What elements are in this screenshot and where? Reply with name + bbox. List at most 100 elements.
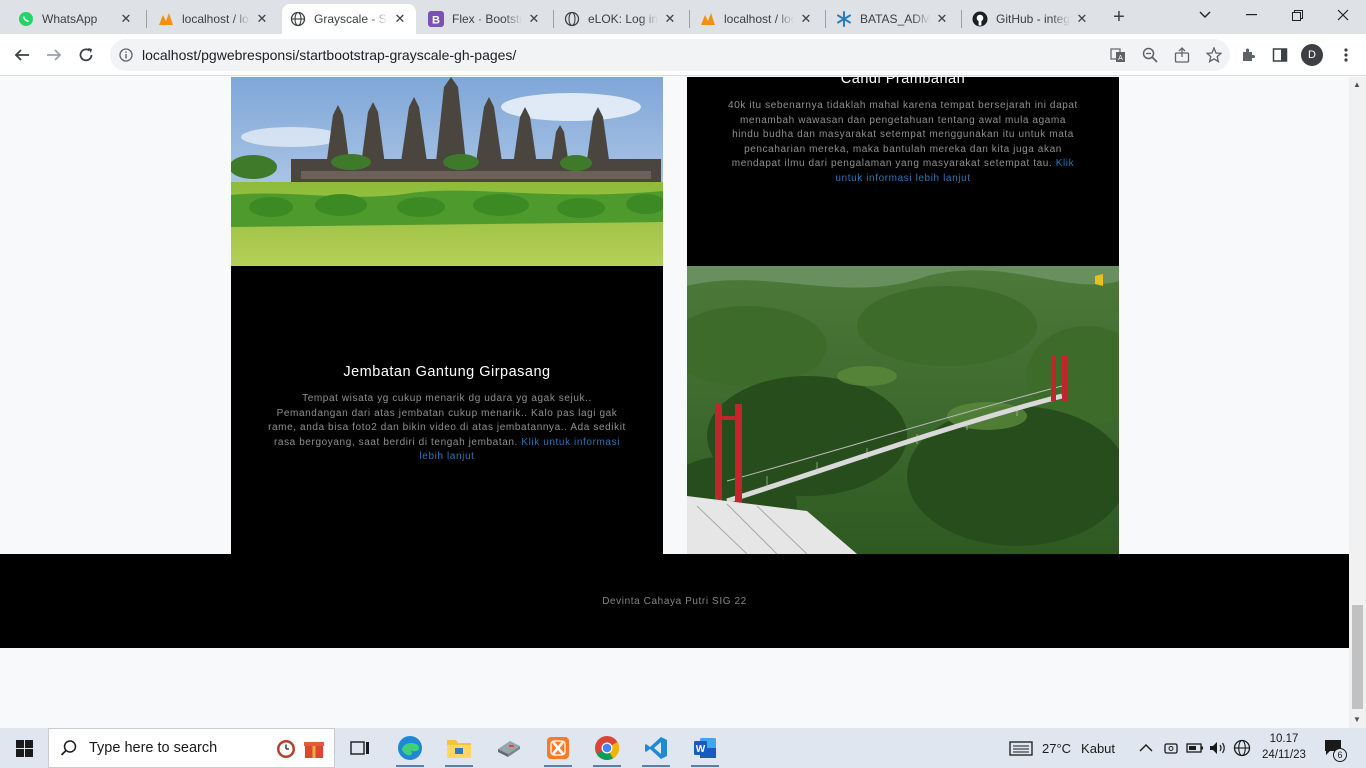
prambanan-card-text: Candi Prambanan 40k itu sebenarnya tidak…: [727, 77, 1079, 186]
word-icon[interactable]: W: [682, 728, 728, 768]
close-tab-icon[interactable]: ✕: [526, 11, 542, 27]
tab-title: localhost / localhost | phpMyAdmin: [182, 12, 250, 26]
tab-separator: [146, 10, 147, 28]
share-icon[interactable]: [1166, 47, 1198, 63]
scroll-up-icon[interactable]: ▲: [1353, 80, 1361, 89]
reload-button[interactable]: [73, 42, 99, 68]
whatsapp-icon: [18, 11, 34, 27]
svg-text:A: A: [1118, 55, 1123, 62]
page-scrollbar[interactable]: ▲ ▼: [1349, 77, 1366, 728]
prambanan-card: Candi Prambanan 40k itu sebenarnya tidak…: [687, 77, 1119, 266]
task-view-icon[interactable]: [337, 728, 383, 768]
translate-icon[interactable]: A: [1102, 47, 1134, 63]
browser-toolbar: localhost/pgwebresponsi/startbootstrap-g…: [0, 34, 1366, 76]
tab-title: GitHub - integration: [996, 12, 1070, 26]
tab-bootstrap[interactable]: B Flex · Bootstrap ✕: [420, 4, 550, 34]
tab-title: WhatsApp: [42, 12, 98, 26]
url-text: localhost/pgwebresponsi/startbootstrap-g…: [142, 47, 517, 63]
address-bar[interactable]: localhost/pgwebresponsi/startbootstrap-g…: [110, 39, 1230, 71]
file-explorer-icon[interactable]: [436, 728, 482, 768]
page-viewport: Candi Prambanan 40k itu sebenarnya tidak…: [0, 77, 1349, 728]
close-window-button[interactable]: [1320, 0, 1366, 30]
clock-time: 10.17: [1269, 733, 1299, 745]
tab-separator: [553, 10, 554, 28]
start-button[interactable]: [0, 728, 48, 768]
phpmyadmin-icon: [158, 11, 174, 27]
notification-center-icon[interactable]: 6: [1324, 728, 1347, 768]
network-globe-icon[interactable]: [1233, 728, 1251, 768]
close-tab-icon[interactable]: ✕: [934, 11, 950, 27]
zoom-icon[interactable]: [1134, 47, 1166, 63]
extensions-icon[interactable]: [1235, 42, 1261, 68]
tab-title: Grayscale - Start Bootstrap Theme: [314, 12, 388, 26]
weather-widget[interactable]: 27°C Kabut: [1008, 728, 1115, 768]
tab-github[interactable]: GitHub - integration ✕: [964, 4, 1098, 34]
tab-title: localhost / localhost | phpMyAdmin: [724, 12, 794, 26]
globe-icon: [564, 11, 580, 27]
search-icon: [49, 739, 89, 757]
side-panel-icon[interactable]: [1267, 42, 1293, 68]
back-button[interactable]: [9, 42, 35, 68]
search-highlight-icon: [274, 736, 334, 760]
phpmyadmin-icon: [700, 11, 716, 27]
tab-whatsapp[interactable]: WhatsApp ✕: [10, 4, 142, 34]
close-tab-icon[interactable]: ✕: [392, 11, 408, 27]
profile-avatar[interactable]: D: [1301, 44, 1323, 66]
close-tab-icon[interactable]: ✕: [662, 11, 678, 27]
windows-logo-icon: [15, 739, 33, 757]
clock-date: 24/11/23: [1262, 749, 1306, 761]
tab-title: BATAS_ADMINISTRASI: [860, 12, 930, 26]
close-tab-icon[interactable]: ✕: [254, 11, 270, 27]
volume-icon[interactable]: [1209, 728, 1227, 768]
close-tab-icon[interactable]: ✕: [118, 11, 134, 27]
tab-phpmyadmin-2[interactable]: localhost / localhost | phpMyAdmin ✕: [692, 4, 822, 34]
close-tab-icon[interactable]: ✕: [798, 11, 814, 27]
tab-grayscale[interactable]: Grayscale - Start Bootstrap Theme ✕: [282, 4, 416, 34]
notification-count: 6: [1333, 748, 1347, 762]
footer-text: Devinta Cahaya Putri SIG 22: [602, 595, 747, 607]
girpasang-card-text: Jembatan Gantung Girpasang Tempat wisata…: [267, 364, 627, 465]
svg-text:W: W: [696, 744, 706, 755]
system-clock[interactable]: 10.17 24/11/23: [1254, 731, 1314, 763]
tab-separator: [689, 10, 690, 28]
chrome-icon[interactable]: [584, 728, 630, 768]
prambanan-photo: [231, 77, 663, 266]
vscode-icon[interactable]: [633, 728, 679, 768]
meet-now-icon[interactable]: [1163, 728, 1179, 768]
weather-condition: Kabut: [1081, 740, 1116, 756]
taskbar-search-box[interactable]: Type here to search: [48, 728, 335, 768]
tab-elok[interactable]: eLOK: Log in to the site ✕: [556, 4, 686, 34]
globe-icon: [290, 11, 306, 27]
github-icon: [972, 11, 988, 27]
tab-title: eLOK: Log in to the site: [588, 12, 658, 26]
card-body: 40k itu sebenarnya tidaklah mahal karena…: [727, 99, 1079, 186]
windows-taskbar: Type here to search W 27°C Kabut 10.17 2…: [0, 728, 1366, 768]
minimize-button[interactable]: [1228, 0, 1274, 30]
scrollbar-thumb[interactable]: [1352, 605, 1363, 709]
svg-text:B: B: [432, 15, 440, 27]
bookmark-star-icon[interactable]: [1198, 47, 1230, 63]
storage-app-icon[interactable]: [486, 728, 532, 768]
edge-icon[interactable]: [387, 728, 433, 768]
girpasang-card: Jembatan Gantung Girpasang Tempat wisata…: [231, 266, 663, 554]
tab-title: Flex · Bootstrap: [452, 12, 522, 26]
chrome-menu-icon[interactable]: [1333, 42, 1359, 68]
battery-icon[interactable]: [1186, 728, 1204, 768]
tab-separator: [825, 10, 826, 28]
show-hidden-icons[interactable]: [1139, 728, 1153, 768]
close-tab-icon[interactable]: ✕: [1074, 11, 1090, 27]
card-title: Candi Prambanan: [840, 77, 966, 87]
restore-button[interactable]: [1274, 0, 1320, 30]
site-info-icon[interactable]: [110, 48, 142, 62]
girpasang-bridge-photo: [687, 266, 1119, 554]
tab-separator: [961, 10, 962, 28]
snowflake-icon: [836, 11, 852, 27]
new-tab-button[interactable]: +: [1108, 6, 1130, 28]
page-footer: Devinta Cahaya Putri SIG 22: [0, 554, 1349, 648]
tab-phpmyadmin[interactable]: localhost / localhost | phpMyAdmin ✕: [150, 4, 278, 34]
tab-batas-admin[interactable]: BATAS_ADMINISTRASI ✕: [828, 4, 958, 34]
scroll-down-icon[interactable]: ▼: [1353, 715, 1361, 724]
forward-button[interactable]: [41, 42, 67, 68]
xampp-icon[interactable]: [535, 728, 581, 768]
tab-search-icon[interactable]: [1182, 0, 1228, 30]
